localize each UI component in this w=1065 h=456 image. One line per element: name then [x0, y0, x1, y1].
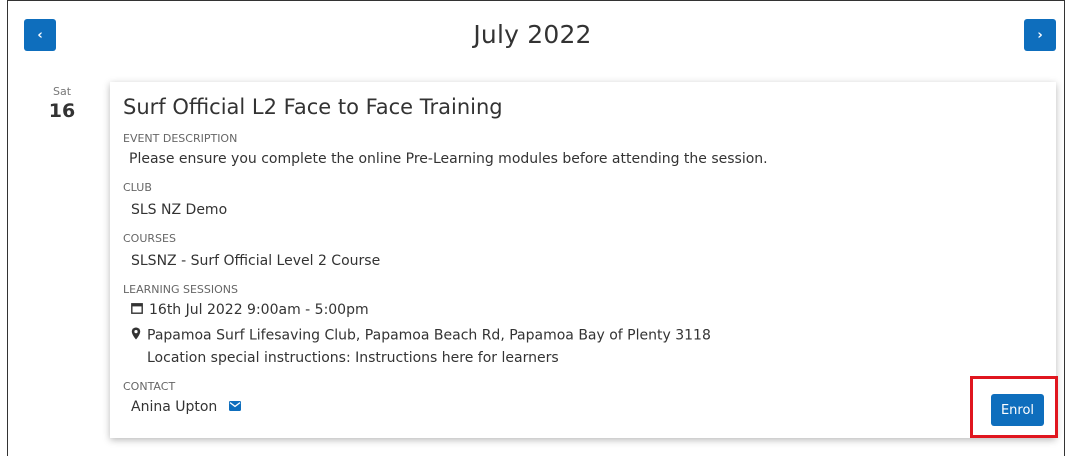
club-label: CLUB [123, 181, 152, 194]
session-instructions: Location special instructions: Instructi… [147, 350, 559, 366]
day-column: Sat 16 [48, 85, 76, 122]
next-month-button[interactable]: › [1024, 19, 1056, 51]
day-number: 16 [48, 100, 76, 122]
month-title: July 2022 [473, 20, 592, 49]
session-location: Papamoa Surf Lifesaving Club, Papamoa Be… [147, 327, 711, 344]
session-datetime: 16th Jul 2022 9:00am - 5:00pm [149, 302, 369, 318]
event-description: Please ensure you complete the online Pr… [129, 151, 768, 167]
enrol-button[interactable]: Enrol [991, 394, 1044, 426]
event-description-label: EVENT DESCRIPTION [123, 132, 238, 145]
event-title: Surf Official L2 Face to Face Training [123, 95, 503, 119]
chevron-right-icon: › [1037, 27, 1043, 43]
session-location-row: Papamoa Surf Lifesaving Club, Papamoa Be… [131, 327, 711, 344]
session-datetime-row: 16th Jul 2022 9:00am - 5:00pm [131, 302, 369, 318]
envelope-icon[interactable] [228, 399, 241, 415]
calendar-icon [131, 302, 143, 318]
contact-name: Anina Upton [131, 399, 218, 415]
courses-value: SLSNZ - Surf Official Level 2 Course [131, 253, 381, 269]
contact-label: CONTACT [123, 380, 176, 393]
club-value: SLS NZ Demo [131, 202, 228, 218]
learning-sessions-label: LEARNING SESSIONS [123, 283, 238, 296]
weekday-label: Sat [52, 85, 72, 98]
courses-label: COURSES [123, 232, 176, 245]
contact-row: Anina Upton [131, 399, 247, 415]
event-card: Surf Official L2 Face to Face Training E… [110, 82, 1056, 438]
map-pin-icon [131, 327, 141, 344]
